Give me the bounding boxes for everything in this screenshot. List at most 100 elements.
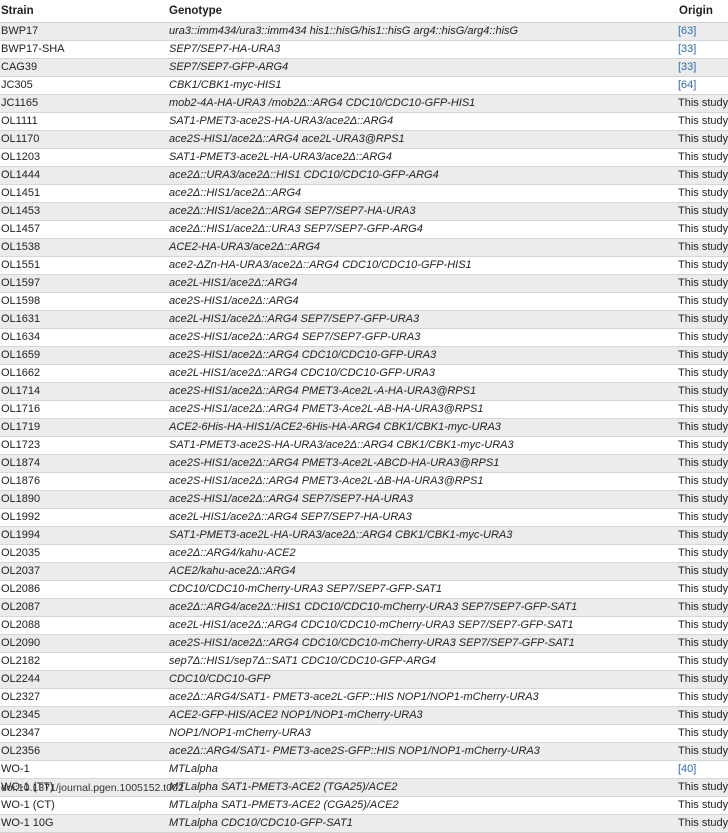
strain-cell: OL1874 xyxy=(0,454,168,473)
strain-cell: OL2035 xyxy=(0,544,168,563)
genotype-cell: ace2L-HIS1/ace2Δ::ARG4 SEP7/SEP7-GFP-URA… xyxy=(168,310,678,329)
table-row: OL2244 CDC10/CDC10-GFP This study xyxy=(0,670,728,689)
origin-cell: This study xyxy=(678,688,728,707)
genotype-cell: CDC10/CDC10-mCherry-URA3 SEP7/SEP7-GFP-S… xyxy=(168,580,678,599)
table-body: BWP17 ura3::imm434/ura3::imm434 his1::his… xyxy=(0,22,728,833)
strain-cell: WO-1 (CT) xyxy=(0,796,168,815)
genotype-cell: SAT1-PMET3-ace2L-HA-URA3/ace2Δ::ARG4 CBK… xyxy=(168,526,678,545)
strain-cell: OL1992 xyxy=(0,508,168,527)
header-strain: Strain xyxy=(0,0,168,23)
genotype-cell: CBK1/CBK1-myc-HIS1 xyxy=(168,76,678,95)
reference-link[interactable]: [64] xyxy=(678,79,696,91)
origin-cell: This study xyxy=(678,544,728,563)
genotype-cell: MTLalpha SAT1-PMET3-ACE2 (TGA25)/ACE2 xyxy=(168,778,678,797)
strain-cell: OL1994 xyxy=(0,526,168,545)
genotype-cell: ace2S-HIS1/ace2Δ::ARG4 CDC10/CDC10-GFP-U… xyxy=(168,346,678,365)
genotype-cell: ace2S-HIS1/ace2Δ::ARG4 PMET3-Ace2L-A-HA-… xyxy=(168,382,678,401)
genotype-cell: ace2Δ::HIS1/ace2Δ::URA3 SEP7/SEP7-GFP-AR… xyxy=(168,220,678,239)
origin-cell: This study xyxy=(678,148,728,167)
genotype-cell: SEP7/SEP7-HA-URA3 xyxy=(168,40,678,59)
table-row: OL1723 SAT1-PMET3-ace2S-HA-URA3/ace2Δ::AR… xyxy=(0,436,728,455)
table-row: OL2345 ACE2-GFP-HIS/ACE2 NOP1/NOP1-mCherr… xyxy=(0,706,728,725)
strain-cell: OL1538 xyxy=(0,238,168,257)
origin-cell: This study xyxy=(678,346,728,365)
doi-caption: doi:10.1371/journal.pgen.1005152.t002 xyxy=(1,782,184,794)
genotype-cell: ace2S-HIS1/ace2Δ::ARG4 xyxy=(168,292,678,311)
strain-cell: OL1597 xyxy=(0,274,168,293)
strain-cell: CAG39 xyxy=(0,58,168,77)
genotype-cell: ace2Δ::HIS1/ace2Δ::ARG4 xyxy=(168,184,678,203)
strain-cell: OL1451 xyxy=(0,184,168,203)
origin-cell: This study xyxy=(678,130,728,149)
header-genotype: Genotype xyxy=(168,0,678,23)
genotype-cell: ace2S-HIS1/ace2Δ::ARG4 ace2L-URA3@RPS1 xyxy=(168,130,678,149)
strain-cell: OL1659 xyxy=(0,346,168,365)
strain-cell: JC305 xyxy=(0,76,168,95)
origin-cell: This study xyxy=(678,706,728,725)
table-row: OL2088 ace2L-HIS1/ace2Δ::ARG4 CDC10/CDC10… xyxy=(0,616,728,635)
origin-cell: [64] xyxy=(678,76,728,95)
reference-link[interactable]: [63] xyxy=(678,25,696,37)
origin-cell: This study xyxy=(678,328,728,347)
table-row: OL1551 ace2-ΔZn-HA-URA3/ace2Δ::ARG4 CDC10… xyxy=(0,256,728,275)
genotype-cell: ura3::imm434/ura3::imm434 his1::hisG/his… xyxy=(168,22,678,41)
strain-cell: OL1634 xyxy=(0,328,168,347)
origin-cell: This study xyxy=(678,202,728,221)
table-row: OL2086 CDC10/CDC10-mCherry-URA3 SEP7/SEP7… xyxy=(0,580,728,599)
origin-cell: This study xyxy=(678,436,728,455)
table-row: WO-1 10G MTLalpha CDC10/CDC10-GFP-SAT1 Thi… xyxy=(0,814,728,833)
table-row: OL1876 ace2S-HIS1/ace2Δ::ARG4 PMET3-Ace2L… xyxy=(0,472,728,491)
reference-link[interactable]: [40] xyxy=(678,763,696,775)
origin-cell: This study xyxy=(678,310,728,329)
table-row: OL2035 ace2Δ::ARG4/kahu-ACE2 This study xyxy=(0,544,728,563)
genotype-cell: ace2Δ::HIS1/ace2Δ::ARG4 SEP7/SEP7-HA-URA… xyxy=(168,202,678,221)
table-row: OL1598 ace2S-HIS1/ace2Δ::ARG4 This study xyxy=(0,292,728,311)
table-row: OL1992 ace2L-HIS1/ace2Δ::ARG4 SEP7/SEP7-H… xyxy=(0,508,728,527)
origin-cell: This study xyxy=(678,94,728,113)
strain-cell: OL2037 xyxy=(0,562,168,581)
strain-cell: OL2327 xyxy=(0,688,168,707)
genotype-cell: ace2Δ::ARG4/SAT1- PMET3-ace2L-GFP::HIS N… xyxy=(168,688,678,707)
reference-link[interactable]: [33] xyxy=(678,61,696,73)
genotype-cell: ace2Δ::URA3/ace2Δ::HIS1 CDC10/CDC10-GFP-… xyxy=(168,166,678,185)
strain-cell: OL1457 xyxy=(0,220,168,239)
origin-cell: This study xyxy=(678,796,728,815)
strain-cell: OL1719 xyxy=(0,418,168,437)
table-row: OL1714 ace2S-HIS1/ace2Δ::ARG4 PMET3-Ace2L… xyxy=(0,382,728,401)
genotype-cell: MTLalpha SAT1-PMET3-ACE2 (CGA25)/ACE2 xyxy=(168,796,678,815)
genotype-cell: ace2S-HIS1/ace2Δ::ARG4 PMET3-Ace2L-ABCD-… xyxy=(168,454,678,473)
table-row: OL1716 ace2S-HIS1/ace2Δ::ARG4 PMET3-Ace2L… xyxy=(0,400,728,419)
genotype-cell: ace2Δ::ARG4/ace2Δ::HIS1 CDC10/CDC10-mChe… xyxy=(168,598,678,617)
table-row: WO-1 MTLalpha [40] xyxy=(0,760,728,779)
reference-link[interactable]: [33] xyxy=(678,43,696,55)
strain-cell: OL2090 xyxy=(0,634,168,653)
table-row: JC305 CBK1/CBK1-myc-HIS1 [64] xyxy=(0,76,728,95)
strain-table: Strain Genotype Origin BWP17 ura3::imm434… xyxy=(0,0,728,833)
origin-cell: This study xyxy=(678,652,728,671)
table-row: OL1719 ACE2-6His-HA-HIS1/ACE2-6His-HA-ARG… xyxy=(0,418,728,437)
table-row: OL1444 ace2Δ::URA3/ace2Δ::HIS1 CDC10/CDC1… xyxy=(0,166,728,185)
origin-cell: This study xyxy=(678,112,728,131)
origin-cell: This study xyxy=(678,454,728,473)
table-row: OL1538 ACE2-HA-URA3/ace2Δ::ARG4 This study xyxy=(0,238,728,257)
genotype-cell: ACE2-6His-HA-HIS1/ACE2-6His-HA-ARG4 CBK1… xyxy=(168,418,678,437)
strain-cell: BWP17-SHA xyxy=(0,40,168,59)
genotype-cell: ace2S-HIS1/ace2Δ::ARG4 SEP7/SEP7-GFP-URA… xyxy=(168,328,678,347)
table-row: OL1994 SAT1-PMET3-ace2L-HA-URA3/ace2Δ::AR… xyxy=(0,526,728,545)
table-row: OL1111 SAT1-PMET3-ace2S-HA-URA3/ace2Δ::AR… xyxy=(0,112,728,131)
strain-cell: OL2088 xyxy=(0,616,168,635)
strain-cell: OL1890 xyxy=(0,490,168,509)
table-row: OL1203 SAT1-PMET3-ace2L-HA-URA3/ace2Δ::AR… xyxy=(0,148,728,167)
strain-cell: WO-1 xyxy=(0,760,168,779)
table-row: OL2090 ace2S-HIS1/ace2Δ::ARG4 CDC10/CDC10… xyxy=(0,634,728,653)
table-row: OL1631 ace2L-HIS1/ace2Δ::ARG4 SEP7/SEP7-G… xyxy=(0,310,728,329)
origin-cell: This study xyxy=(678,616,728,635)
strain-cell: OL1444 xyxy=(0,166,168,185)
table-row: OL2356 ace2Δ::ARG4/SAT1- PMET3-ace2S-GFP:… xyxy=(0,742,728,761)
strain-cell: OL1203 xyxy=(0,148,168,167)
genotype-cell: CDC10/CDC10-GFP xyxy=(168,670,678,689)
strain-cell: OL1714 xyxy=(0,382,168,401)
strain-cell: OL1111 xyxy=(0,112,168,131)
origin-cell: This study xyxy=(678,220,728,239)
strain-cell: OL1716 xyxy=(0,400,168,419)
